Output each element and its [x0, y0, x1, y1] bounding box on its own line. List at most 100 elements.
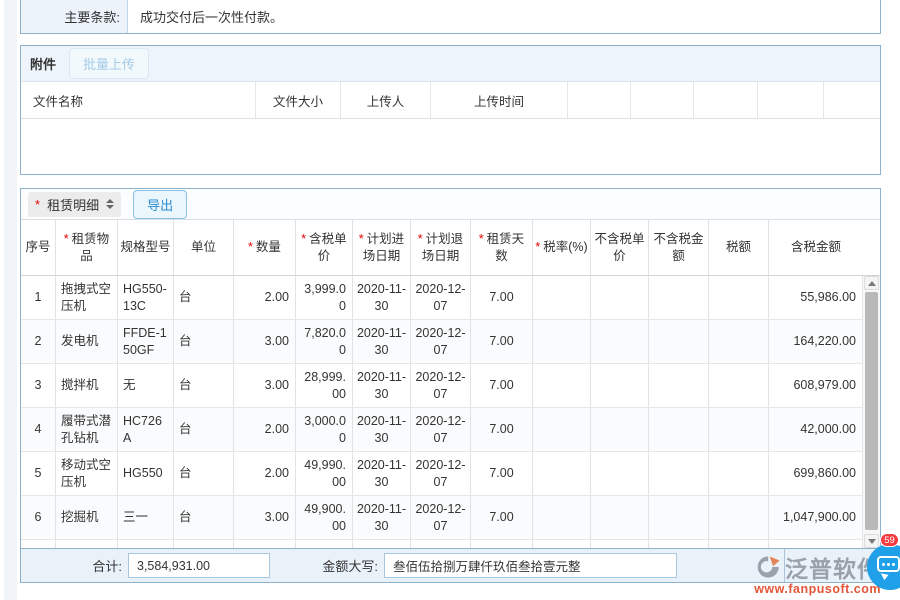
rental-column-header: *租赁天数	[471, 220, 533, 275]
table-cell	[591, 364, 649, 407]
clipped-cell	[174, 540, 234, 548]
rental-column-header: 不含税单价	[591, 220, 649, 275]
table-scrollbar[interactable]	[862, 276, 880, 548]
rental-column-header: 序号	[21, 220, 56, 275]
table-cell: 三一	[118, 496, 174, 539]
amount-in-words-label: 金额大写:	[271, 549, 384, 582]
table-cell: 7.00	[471, 496, 533, 539]
scrollbar-thumb[interactable]	[865, 292, 878, 530]
table-cell: 2020-11-30	[353, 276, 411, 319]
table-cell: 7.00	[471, 452, 533, 495]
table-cell: 无	[118, 364, 174, 407]
attachments-panel: 附件 批量上传 文件名称文件大小上传人上传时间	[20, 45, 881, 175]
footer-divider	[784, 549, 785, 582]
table-cell: 3,999.00	[296, 276, 353, 319]
export-button[interactable]: 导出	[133, 190, 187, 219]
clipped-cell	[533, 540, 591, 548]
table-cell	[709, 320, 769, 363]
table-row: 1拖拽式空压机HG550-13C台2.003,999.002020-11-302…	[21, 276, 880, 320]
chat-badge: 59	[880, 533, 899, 547]
table-cell: 2020-11-30	[353, 408, 411, 451]
file-column-header: 上传时间	[431, 82, 568, 118]
table-cell: 2020-12-07	[411, 452, 471, 495]
table-cell	[591, 320, 649, 363]
table-cell: 2020-12-07	[411, 364, 471, 407]
rental-column-header: *数量	[234, 220, 296, 275]
terms-row: 主要条款: 成功交付后一次性付款。	[20, 0, 881, 34]
table-cell: 3,000.00	[296, 408, 353, 451]
required-marker: *	[535, 240, 540, 254]
rental-column-header: 单位	[174, 220, 234, 275]
required-marker: *	[35, 197, 40, 212]
table-cell	[709, 408, 769, 451]
clipped-cell	[234, 540, 296, 548]
file-column-header: 文件名称	[21, 82, 256, 118]
scrollbar-up-icon[interactable]	[864, 276, 879, 290]
table-cell: 2020-12-07	[411, 408, 471, 451]
table-cell	[533, 276, 591, 319]
table-cell: 台	[174, 496, 234, 539]
table-cell: HC726A	[118, 408, 174, 451]
table-cell: 挖掘机	[56, 496, 118, 539]
table-cell	[533, 452, 591, 495]
table-cell: 2020-11-30	[353, 496, 411, 539]
required-marker: *	[248, 240, 253, 254]
table-cell: 3	[21, 364, 56, 407]
rental-details-panel: *租赁明细 导出 序号*租赁物品规格型号单位*数量*含税单价*计划进场日期*计划…	[20, 188, 881, 583]
table-cell	[649, 408, 709, 451]
table-cell	[591, 408, 649, 451]
table-cell: 3.00	[234, 364, 296, 407]
table-cell	[591, 276, 649, 319]
table-cell	[649, 496, 709, 539]
rental-section-toggle[interactable]: *租赁明细	[28, 192, 121, 217]
chat-widget-button[interactable]: 59	[867, 544, 900, 590]
table-cell	[533, 320, 591, 363]
file-column-header	[758, 82, 824, 118]
table-cell: 台	[174, 320, 234, 363]
rental-column-header: *计划退场日期	[411, 220, 471, 275]
table-cell: 2020-11-30	[353, 320, 411, 363]
total-value: 3,584,931.00	[128, 553, 270, 578]
batch-upload-button[interactable]: 批量上传	[69, 48, 149, 79]
table-cell: 7.00	[471, 276, 533, 319]
clipped-cell	[709, 540, 769, 548]
required-marker: *	[418, 232, 423, 246]
table-cell: 5	[21, 452, 56, 495]
required-marker: *	[359, 232, 364, 246]
table-cell: 2020-12-07	[411, 276, 471, 319]
table-cell	[709, 276, 769, 319]
file-column-header: 文件大小	[256, 82, 341, 118]
rental-table-header: 序号*租赁物品规格型号单位*数量*含税单价*计划进场日期*计划退场日期*租赁天数…	[21, 219, 880, 276]
file-column-header: 上传人	[341, 82, 431, 118]
rental-column-header: 规格型号	[118, 220, 174, 275]
table-cell	[533, 364, 591, 407]
clipped-cell	[471, 540, 533, 548]
table-cell: 4	[21, 408, 56, 451]
table-cell: 2020-11-30	[353, 364, 411, 407]
clipped-cell	[591, 540, 649, 548]
table-cell: 1	[21, 276, 56, 319]
table-cell: 3.00	[234, 496, 296, 539]
terms-value: 成功交付后一次性付款。	[128, 0, 880, 33]
file-column-header	[631, 82, 694, 118]
file-column-header	[694, 82, 758, 118]
rental-column-header: 税额	[709, 220, 769, 275]
clipped-cell	[353, 540, 411, 548]
table-cell: 2	[21, 320, 56, 363]
rental-column-header: *计划进场日期	[353, 220, 411, 275]
table-row: 6挖掘机三一台3.0049,900.002020-11-302020-12-07…	[21, 496, 880, 540]
required-marker: *	[301, 232, 306, 246]
table-cell: 拖拽式空压机	[56, 276, 118, 319]
table-cell: 2.00	[234, 408, 296, 451]
file-table-header: 文件名称文件大小上传人上传时间	[21, 81, 880, 119]
rental-table-body: 1拖拽式空压机HG550-13C台2.003,999.002020-11-302…	[21, 276, 880, 540]
amount-in-words-value: 叁佰伍拾捌万肆仟玖佰叁拾壹元整	[384, 553, 677, 578]
file-column-header	[824, 82, 880, 118]
table-cell	[649, 452, 709, 495]
table-cell: 7,820.00	[296, 320, 353, 363]
clipped-row	[21, 540, 880, 548]
attachments-title: 附件	[30, 54, 56, 73]
rental-column-header: *税率(%)	[533, 220, 591, 275]
clipped-cell	[411, 540, 471, 548]
table-cell: 28,999.00	[296, 364, 353, 407]
